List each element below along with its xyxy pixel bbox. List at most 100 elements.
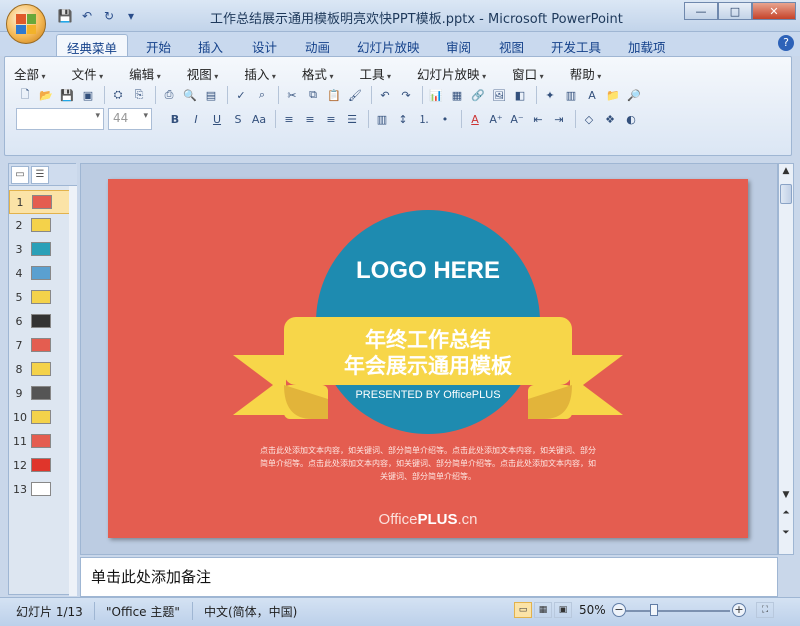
align-center-icon[interactable]: ≡ bbox=[301, 110, 319, 128]
slides-tab-icon[interactable]: ▭ bbox=[11, 166, 29, 184]
zoom-in-icon[interactable]: + bbox=[732, 603, 746, 617]
slide-preview[interactable] bbox=[31, 410, 51, 424]
italic-icon[interactable]: I bbox=[187, 110, 205, 128]
slide-thumbnail[interactable]: 12 bbox=[9, 454, 73, 478]
shadow-icon[interactable]: S bbox=[229, 110, 247, 128]
slide-thumbnail[interactable]: 6 bbox=[9, 310, 73, 334]
slide-thumbnail[interactable]: 9 bbox=[9, 382, 73, 406]
scroll-up-icon[interactable]: ▲ bbox=[780, 166, 792, 176]
increase-indent-icon[interactable]: ⇥ bbox=[550, 110, 568, 128]
tab-insert[interactable]: 插入 bbox=[188, 34, 233, 56]
scroll-down-icon[interactable]: ▼ bbox=[780, 490, 792, 500]
tab-slideshow[interactable]: 幻灯片放映 bbox=[347, 34, 430, 56]
menu-window[interactable]: 窗口 bbox=[512, 62, 544, 85]
print-icon[interactable]: ⎙ bbox=[160, 86, 178, 104]
editor-scrollbar[interactable]: ▲ ▼ ⏶ ⏷ bbox=[778, 163, 794, 555]
menu-help[interactable]: 帮助 bbox=[570, 62, 602, 85]
new-icon[interactable]: 🗋 bbox=[16, 86, 34, 104]
slide-preview[interactable] bbox=[31, 482, 51, 496]
tab-home[interactable]: 开始 bbox=[136, 34, 181, 56]
zoom-icon[interactable]: 🔎 bbox=[625, 86, 643, 104]
menu-insert[interactable]: 插入 bbox=[244, 62, 276, 85]
line-spacing-icon[interactable]: ↕ bbox=[394, 110, 412, 128]
folder-icon[interactable]: 📁 bbox=[604, 86, 622, 104]
layout-icon[interactable]: ▥ bbox=[562, 86, 580, 104]
slide-thumbnail[interactable]: 13 bbox=[9, 478, 73, 502]
table-icon[interactable]: ▦ bbox=[448, 86, 466, 104]
align-left-icon[interactable]: ≡ bbox=[280, 110, 298, 128]
tab-addins[interactable]: 加载项 bbox=[618, 34, 676, 56]
justify-icon[interactable]: ☰ bbox=[343, 110, 361, 128]
slide-thumbnail[interactable]: 8 bbox=[9, 358, 73, 382]
paste-icon[interactable]: 📋 bbox=[325, 86, 343, 104]
tab-developer[interactable]: 开发工具 bbox=[541, 34, 611, 56]
menu-all[interactable]: 全部 bbox=[14, 62, 46, 85]
fit-to-window-icon[interactable]: ⛶ bbox=[756, 602, 774, 618]
panel-scrollbar[interactable] bbox=[69, 186, 77, 596]
slide-thumbnail[interactable]: 7 bbox=[9, 334, 73, 358]
menu-slideshow[interactable]: 幻灯片放映 bbox=[417, 62, 486, 85]
bold-icon[interactable]: B bbox=[166, 110, 184, 128]
tab-view[interactable]: 视图 bbox=[489, 34, 534, 56]
previous-slide-icon[interactable]: ⏶ bbox=[780, 508, 792, 518]
maximize-button[interactable]: □ bbox=[718, 2, 752, 20]
menu-tools[interactable]: 工具 bbox=[359, 62, 391, 85]
permission-icon[interactable]: ⛭ bbox=[109, 86, 127, 104]
slide-thumbnail[interactable]: 3 bbox=[9, 238, 73, 262]
tab-review[interactable]: 审阅 bbox=[436, 34, 481, 56]
slide-preview[interactable] bbox=[31, 434, 51, 448]
slide-preview[interactable] bbox=[31, 362, 51, 376]
research-icon[interactable]: ⌕ bbox=[253, 86, 271, 104]
underline-icon[interactable]: U bbox=[208, 110, 226, 128]
slide-preview[interactable] bbox=[31, 242, 51, 256]
outline-tab-icon[interactable]: ☰ bbox=[31, 166, 49, 184]
slide-thumbnail[interactable]: 10 bbox=[9, 406, 73, 430]
align-right-icon[interactable]: ≡ bbox=[322, 110, 340, 128]
close-button[interactable]: ✕ bbox=[752, 2, 796, 20]
undo-icon[interactable]: ↶ bbox=[78, 7, 96, 25]
font-color-icon[interactable]: A bbox=[466, 110, 484, 128]
normal-view-icon[interactable]: ▭ bbox=[514, 602, 532, 618]
pdf-icon[interactable]: ▣ bbox=[79, 86, 97, 104]
menu-view[interactable]: 视图 bbox=[187, 62, 219, 85]
new-slide-icon[interactable]: ✦ bbox=[541, 86, 559, 104]
format-painter-icon[interactable]: 🖌 bbox=[346, 86, 364, 104]
tab-design[interactable]: 设计 bbox=[242, 34, 287, 56]
text-box-icon[interactable]: A bbox=[583, 86, 601, 104]
redo-icon[interactable]: ↷ bbox=[397, 86, 415, 104]
color-grayscale-icon[interactable]: ◧ bbox=[511, 86, 529, 104]
spelling-icon[interactable]: ✓ bbox=[232, 86, 250, 104]
grow-font-icon[interactable]: A⁺ bbox=[487, 110, 505, 128]
slide-preview[interactable] bbox=[31, 218, 51, 232]
change-case-icon[interactable]: Aa bbox=[250, 110, 268, 128]
slide-thumbnail[interactable]: 2 bbox=[9, 214, 73, 238]
slide-preview[interactable] bbox=[31, 338, 51, 352]
office-button[interactable] bbox=[6, 4, 46, 44]
menu-format[interactable]: 格式 bbox=[302, 62, 334, 85]
menu-edit[interactable]: 编辑 bbox=[129, 62, 161, 85]
shrink-font-icon[interactable]: A⁻ bbox=[508, 110, 526, 128]
notes-pane[interactable]: 单击此处添加备注 bbox=[80, 557, 778, 597]
slide-thumbnail[interactable]: 5 bbox=[9, 286, 73, 310]
slide-preview[interactable] bbox=[32, 195, 52, 209]
help-icon[interactable]: ? bbox=[778, 35, 794, 51]
open-icon[interactable]: 📂 bbox=[37, 86, 55, 104]
next-slide-icon[interactable]: ⏷ bbox=[780, 528, 792, 538]
bullets-icon[interactable]: • bbox=[436, 110, 454, 128]
picture-icon[interactable]: 🖼 bbox=[490, 86, 508, 104]
slide-thumbnail[interactable]: 4 bbox=[9, 262, 73, 286]
decrease-indent-icon[interactable]: ⇤ bbox=[529, 110, 547, 128]
font-name-combo[interactable] bbox=[16, 108, 104, 130]
slide-thumbnail[interactable]: 1 bbox=[9, 190, 73, 214]
menu-file[interactable]: 文件 bbox=[72, 62, 104, 85]
page-setup-icon[interactable]: ▤ bbox=[202, 86, 220, 104]
attach-icon[interactable]: ⎘ bbox=[130, 86, 148, 104]
chart-icon[interactable]: 📊 bbox=[427, 86, 445, 104]
customize-icon[interactable]: ▾ bbox=[122, 7, 140, 25]
slide-thumbnail[interactable]: 11 bbox=[9, 430, 73, 454]
arrange-icon[interactable]: ❖ bbox=[601, 110, 619, 128]
zoom-out-icon[interactable]: − bbox=[612, 603, 626, 617]
slide-preview[interactable] bbox=[31, 458, 51, 472]
tab-animations[interactable]: 动画 bbox=[295, 34, 340, 56]
hyperlink-icon[interactable]: 🔗 bbox=[469, 86, 487, 104]
